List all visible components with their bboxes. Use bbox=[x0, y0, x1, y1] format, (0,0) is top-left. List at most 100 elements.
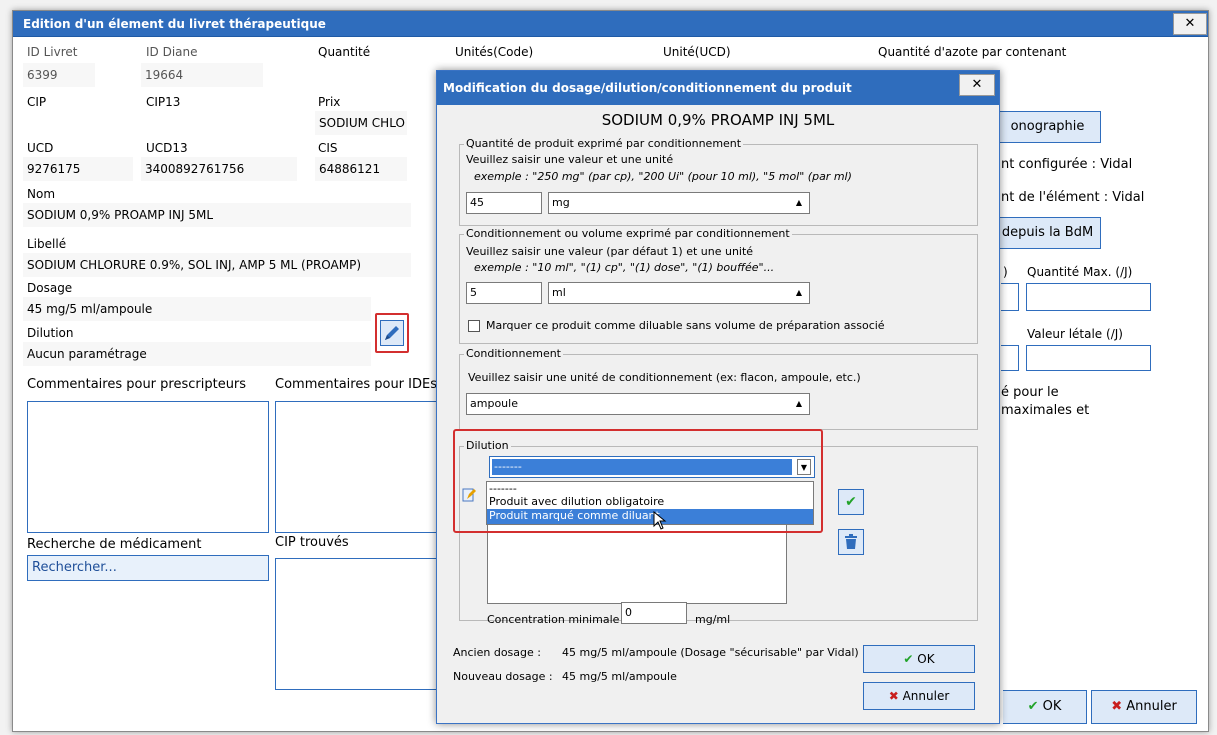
ancien-dosage-label: Ancien dosage : bbox=[453, 646, 541, 659]
modification-dosage-dialog: Modification du dosage/dilution/conditio… bbox=[436, 70, 1000, 724]
delete-dilution-button[interactable] bbox=[838, 529, 864, 555]
dialog-ok-button[interactable]: ✔ OK bbox=[863, 645, 975, 673]
cursor-arrow-icon bbox=[653, 510, 667, 530]
quantite-label: Quantité bbox=[318, 45, 371, 59]
ucd13-label: UCD13 bbox=[146, 141, 188, 155]
g1-unit-select[interactable]: mg ▲ bbox=[548, 192, 810, 214]
letale-min-field[interactable] bbox=[1001, 345, 1019, 371]
chevron-down-icon: ▲ bbox=[795, 399, 803, 408]
nom-label: Nom bbox=[27, 187, 56, 201]
monographie-button[interactable]: onographie bbox=[995, 111, 1101, 143]
g1-value-input[interactable]: 45 bbox=[466, 192, 542, 214]
cip13-label: CIP13 bbox=[146, 95, 181, 109]
group-volume-title: Conditionnement ou volume exprimé par co… bbox=[464, 227, 792, 240]
trash-icon bbox=[845, 534, 857, 549]
nouveau-dosage-value: 45 mg/5 ml/ampoule bbox=[562, 670, 677, 683]
chevron-down-icon: ▼ bbox=[797, 459, 811, 475]
nom-field[interactable]: SODIUM 0,9% PROAMP INJ 5ML bbox=[23, 203, 411, 227]
cis-label: CIS bbox=[318, 141, 338, 155]
concentration-label: Concentration minimale bbox=[487, 613, 620, 626]
g1-instruction: Veuillez saisir une valeur et une unité bbox=[466, 153, 674, 166]
conditionnement-select[interactable]: ampoule ▲ bbox=[466, 393, 810, 415]
qmin-field[interactable] bbox=[1001, 283, 1019, 311]
g2-unit-select[interactable]: ml ▲ bbox=[548, 282, 810, 304]
g3-instruction: Veuillez saisir une unité de conditionne… bbox=[468, 371, 861, 384]
cis-value: 64886121 bbox=[315, 157, 407, 181]
dilution-dropdown-list: ------- Produit avec dilution obligatoir… bbox=[486, 481, 814, 525]
azote-label: Quantité d'azote par contenant bbox=[878, 45, 1067, 59]
letale-field[interactable] bbox=[1026, 345, 1151, 371]
letale-label: Valeur létale (/J) bbox=[1027, 327, 1123, 341]
search-input[interactable]: Rechercher... bbox=[27, 555, 269, 581]
dialog-close-button[interactable]: ✕ bbox=[959, 74, 995, 96]
outer-ok-label: OK bbox=[1042, 699, 1062, 714]
diluable-checkbox[interactable] bbox=[468, 320, 480, 332]
qmax-paren: ) bbox=[1003, 265, 1008, 279]
dilution-selected: ------- bbox=[492, 459, 792, 475]
check-icon: ✔ bbox=[845, 494, 857, 510]
element-vidal-text: nt de l'élément : Vidal bbox=[1001, 190, 1145, 205]
outer-annuler-button[interactable]: ✖ Annuler bbox=[1091, 690, 1197, 724]
dilution-label: Dilution bbox=[27, 326, 74, 340]
comm-ide-textarea[interactable] bbox=[275, 401, 439, 533]
g2-example: exemple : "10 ml", "(1) cp", "(1) dose",… bbox=[474, 261, 775, 274]
group-quantite: Quantité de produit exprimé par conditio… bbox=[459, 137, 978, 226]
group-quantite-title: Quantité de produit exprimé par conditio… bbox=[464, 137, 744, 150]
id-diane-label: ID Diane bbox=[146, 45, 198, 59]
note-line-2: maximales et bbox=[1001, 403, 1090, 418]
cip-trouves-label: CIP trouvés bbox=[275, 535, 349, 550]
prix-field[interactable]: SODIUM CHLO bbox=[315, 111, 407, 135]
dosage-label: Dosage bbox=[27, 281, 73, 295]
note-line-1: é pour le bbox=[1001, 385, 1059, 400]
libelle-label: Libellé bbox=[27, 237, 67, 251]
cancel-x-icon: ✖ bbox=[1111, 699, 1123, 714]
group-conditionnement: Conditionnement Veuillez saisir une unit… bbox=[459, 347, 978, 430]
dialog-title: Modification du dosage/dilution/conditio… bbox=[437, 71, 999, 105]
bdm-button[interactable]: depuis la BdM bbox=[995, 217, 1101, 249]
cancel-x-icon: ✖ bbox=[888, 689, 899, 703]
g1-unit-value: mg bbox=[552, 196, 570, 209]
close-window-button[interactable]: ✕ bbox=[1173, 13, 1207, 35]
conditionnement-value: ampoule bbox=[470, 397, 518, 410]
group-conditionnement-title: Conditionnement bbox=[464, 347, 563, 360]
prix-label: Prix bbox=[318, 95, 341, 109]
concentration-input[interactable]: 0 bbox=[621, 602, 687, 624]
ucd-value: 9276175 bbox=[23, 157, 133, 181]
edit-dosage-button[interactable] bbox=[380, 320, 404, 346]
group-conditionnement-volume: Conditionnement ou volume exprimé par co… bbox=[459, 227, 978, 344]
outer-annuler-label: Annuler bbox=[1126, 699, 1177, 714]
unites-code-label: Unités(Code) bbox=[455, 45, 534, 59]
validate-dilution-button[interactable]: ✔ bbox=[838, 489, 864, 515]
edit-dosage-highlight bbox=[375, 313, 409, 353]
comm-ide-label: Commentaires pour IDEs bbox=[275, 377, 437, 392]
ucd-label: UCD bbox=[27, 141, 54, 155]
ancien-dosage-value: 45 mg/5 ml/ampoule (Dosage "sécurisable"… bbox=[562, 646, 859, 659]
comm-presc-textarea[interactable] bbox=[27, 401, 269, 533]
g2-value-input[interactable]: 5 bbox=[466, 282, 542, 304]
g1-example: exemple : "250 mg" (par cp), "200 Ui" (p… bbox=[474, 170, 852, 183]
libelle-field[interactable]: SODIUM CHLORURE 0.9%, SOL INJ, AMP 5 ML … bbox=[23, 253, 411, 277]
dialog-ok-label: OK bbox=[917, 652, 935, 666]
window-title: Edition d'un élement du livret thérapeut… bbox=[13, 11, 1208, 37]
outer-ok-button[interactable]: ✔ OK bbox=[1003, 690, 1087, 724]
check-icon: ✔ bbox=[1027, 699, 1039, 714]
dosage-value: 45 mg/5 ml/ampoule bbox=[23, 297, 371, 321]
g2-unit-value: ml bbox=[552, 286, 566, 299]
id-livret-label: ID Livret bbox=[27, 45, 78, 59]
qmax-field[interactable] bbox=[1026, 283, 1151, 311]
dilution-select[interactable]: ------- ▼ bbox=[489, 456, 815, 478]
id-livret-value: 6399 bbox=[23, 63, 95, 87]
cip-trouves-list[interactable] bbox=[275, 558, 439, 690]
dialog-annuler-label: Annuler bbox=[902, 689, 950, 703]
diluable-checkbox-label: Marquer ce produit comme diluable sans v… bbox=[486, 319, 885, 332]
chevron-down-icon: ▲ bbox=[795, 288, 803, 297]
config-vidal-text: nt configurée : Vidal bbox=[1001, 157, 1133, 172]
dilution-option-highlighted[interactable]: Produit marqué comme diluant bbox=[487, 509, 813, 524]
dialog-annuler-button[interactable]: ✖ Annuler bbox=[863, 682, 975, 710]
mouse-cursor-icon bbox=[653, 510, 667, 535]
dilution-option[interactable]: ------- bbox=[487, 482, 813, 495]
pencil-icon bbox=[385, 326, 399, 340]
unite-ucd-label: Unité(UCD) bbox=[663, 45, 731, 59]
dilution-option[interactable]: Produit avec dilution obligatoire bbox=[487, 495, 813, 509]
qmax-label: Quantité Max. (/J) bbox=[1027, 265, 1133, 279]
